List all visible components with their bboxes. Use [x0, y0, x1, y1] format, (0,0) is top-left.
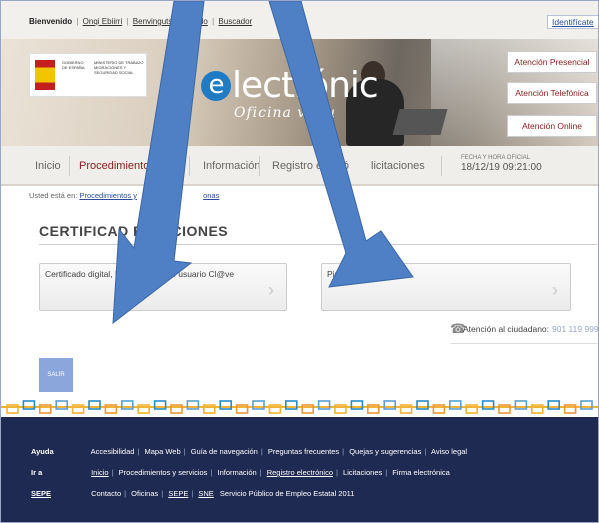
tab-licitaciones[interactable]: licitaciones: [371, 160, 425, 172]
mobile-pin-option[interactable]: Pin Teléfono Mó ›: [321, 263, 571, 311]
in-person-attention-button[interactable]: Atención Presencial: [507, 51, 597, 73]
laptop-illustration: [392, 109, 448, 135]
card-label: Pin Teléfono Mó: [327, 269, 388, 279]
footer-row-sepe: SEPE Contacto | Oficinas | SEPE | SNE Servi…: [31, 489, 355, 498]
footer-link-contacto[interactable]: Contacto: [91, 489, 121, 498]
footer-link-licitaciones[interactable]: Licitaciones: [343, 468, 382, 477]
footer-link-quejas[interactable]: Quejas y sugerencias: [349, 447, 421, 456]
breadcrumb-link-tail[interactable]: onas: [203, 191, 219, 200]
lang-link-benido[interactable]: Benido: [183, 17, 208, 26]
welcome-text: Bienvenido: [29, 17, 73, 26]
brand-logo: e lectrónic: [201, 65, 379, 106]
coat-of-arms-icon: [35, 60, 55, 90]
tab-procedimientos[interactable]: Procedimientos: [79, 160, 155, 172]
footer-link-guia[interactable]: Guía de navegación: [191, 447, 258, 456]
decorative-pattern: [1, 400, 598, 414]
footer-link-firma[interactable]: Firma electrónica: [392, 468, 450, 477]
footer-link-informacion[interactable]: Información: [217, 468, 256, 477]
user-link[interactable]: Onqi Ebiirri: [83, 17, 123, 26]
tab-informacion[interactable]: Información: [203, 160, 260, 172]
footer-link-oficinas[interactable]: Oficinas: [131, 489, 158, 498]
lang-link-benvinguts[interactable]: Benvinguts: [133, 17, 173, 26]
footer-link-registro[interactable]: Registro electrónico: [267, 468, 333, 477]
exit-button[interactable]: SALIR: [39, 358, 73, 392]
datetime-value: 18/12/19 09:21:00: [461, 162, 542, 173]
brand-e-icon: e: [201, 71, 231, 101]
footer-link-inicio[interactable]: Inicio: [91, 468, 109, 477]
pattern-strip: [1, 400, 598, 414]
tab-registro[interactable]: Registro electró: [272, 160, 349, 172]
digital-certificate-option[interactable]: Certificado digital, DNI e ctrónico o us…: [39, 263, 287, 311]
breadcrumb: Usted está en: Procedimientos y onas: [29, 191, 220, 200]
footer-row-goto: Ir a Inicio | Procedimientos y servicios |…: [31, 468, 450, 477]
main-nav: Inicio Procedimientos Información Regist…: [1, 146, 598, 186]
banner: GOBIERNO DE ESPAÑA MINISTERIO DE TRABAJO…: [1, 39, 598, 146]
footer-link-mapa-web[interactable]: Mapa Web: [145, 447, 181, 456]
support-phone: 901 119 999: [552, 324, 599, 334]
online-attention-button[interactable]: Atención Online: [507, 115, 597, 137]
footer-link-accesibilidad[interactable]: Accesibilidad: [91, 447, 135, 456]
breadcrumb-link[interactable]: Procedimientos y: [79, 191, 137, 200]
footer-row-help: Ayuda Accesibilidad | Mapa Web | Guía de n…: [31, 447, 468, 456]
government-logo: GOBIERNO DE ESPAÑA MINISTERIO DE TRABAJO…: [29, 53, 147, 97]
footer-link-procedimientos[interactable]: Procedimientos y servicios: [119, 468, 208, 477]
tab-inicio[interactable]: Inicio: [35, 160, 61, 172]
footer-link-sepe[interactable]: SEPE: [168, 489, 188, 498]
page-title: CERTIFICAD ESTACIONES: [39, 223, 229, 239]
pattern-line: [1, 406, 598, 408]
official-datetime: FECHA Y HORA OFICIAL 18/12/19 09:21:00: [461, 155, 542, 173]
citizen-support: Atención al ciudadano: 901 119 999: [463, 324, 599, 334]
top-bar: Bienvenido | Onqi Ebiirri | Benvinguts |…: [1, 1, 598, 39]
footer-link-sne[interactable]: SNE: [198, 489, 213, 498]
footer-link-faq[interactable]: Preguntas frecuentes: [268, 447, 339, 456]
search-link[interactable]: Buscador: [218, 17, 252, 26]
footer-copyright: Servicio Público de Empleo Estatal 2011: [219, 489, 355, 498]
chevron-right-icon: ›: [268, 280, 274, 300]
brand-subtitle: Oficina virtu: [234, 105, 336, 121]
chevron-right-icon: ›: [552, 280, 558, 300]
browser-viewport: Bienvenido | Onqi Ebiirri | Benvinguts |…: [0, 0, 599, 523]
identify-button[interactable]: Identifícate: [547, 15, 598, 29]
footer-link-aviso-legal[interactable]: Aviso legal: [431, 447, 467, 456]
welcome-line: Bienvenido | Onqi Ebiirri | Benvinguts |…: [29, 17, 253, 26]
footer: Ayuda Accesibilidad | Mapa Web | Guía de n…: [1, 417, 598, 522]
card-label: Certificado digital, DNI e ctrónico o us…: [45, 269, 235, 279]
phone-attention-button[interactable]: Atención Telefónica: [507, 82, 597, 104]
